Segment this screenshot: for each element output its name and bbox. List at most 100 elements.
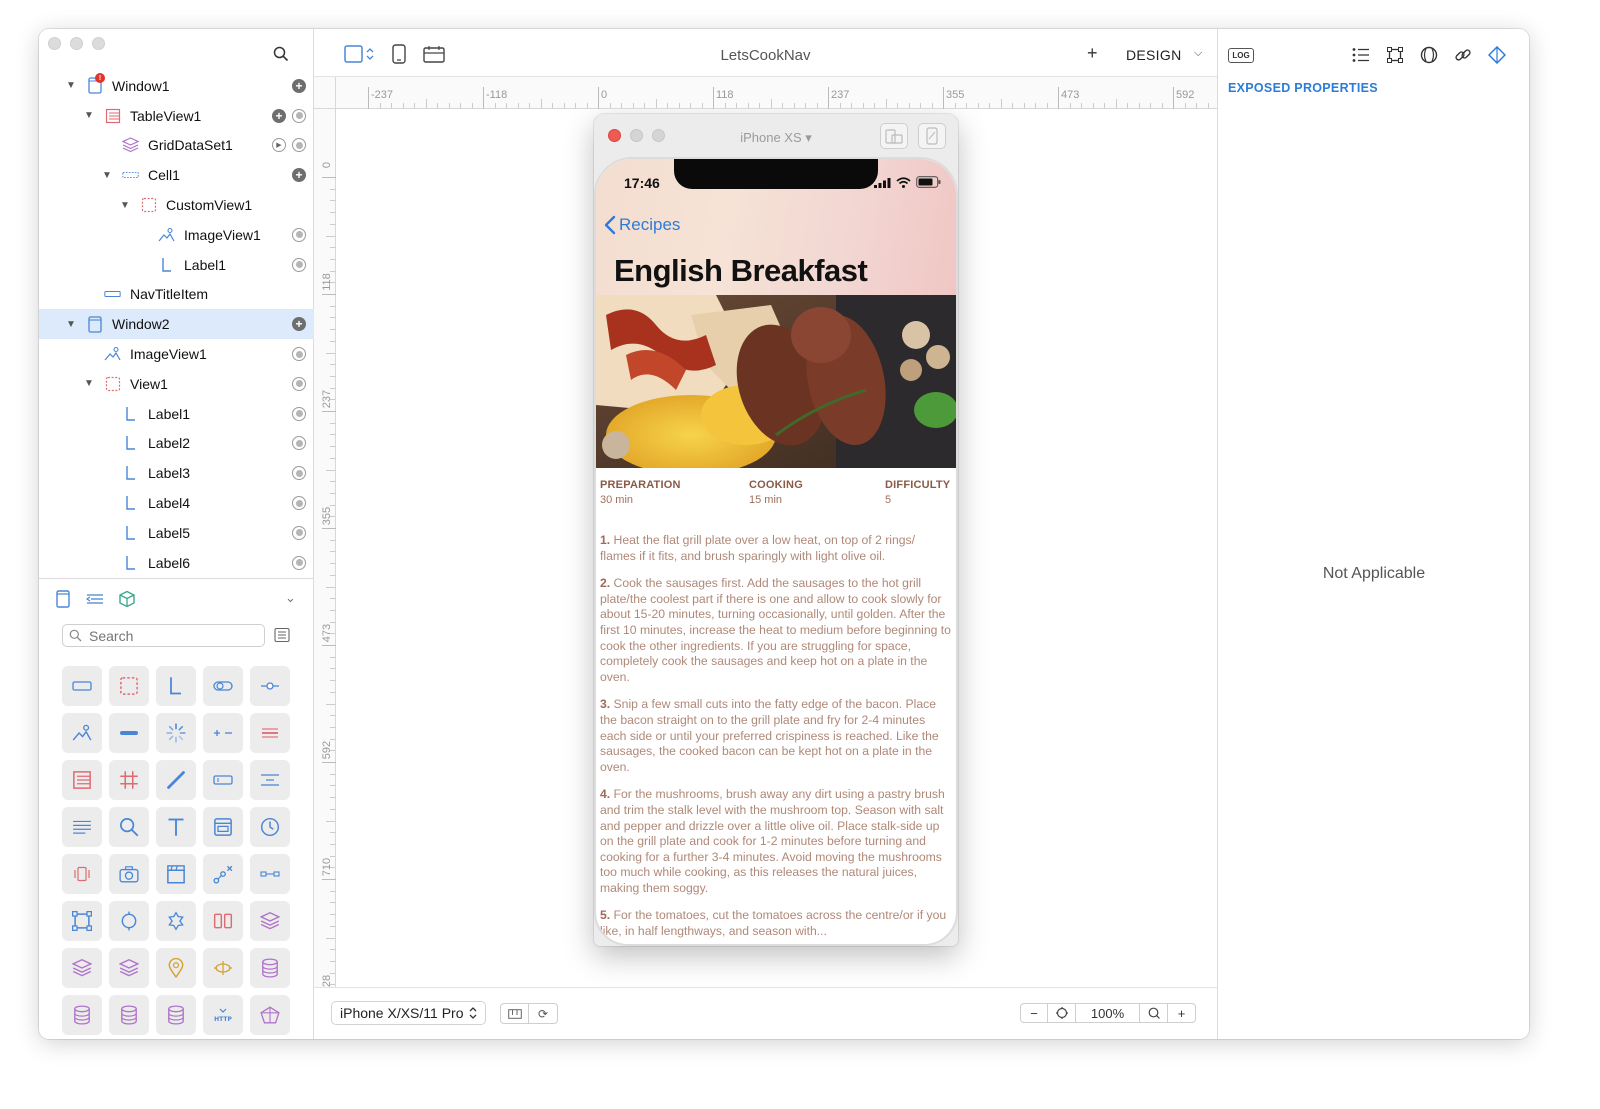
library-item-clock-icon[interactable]	[250, 807, 290, 847]
library-item-database-icon[interactable]	[250, 948, 290, 988]
tree-row-label1[interactable]: Label1	[39, 250, 314, 280]
disclosure-triangle-icon[interactable]: ▼	[119, 200, 131, 211]
back-button[interactable]: Recipes	[604, 215, 680, 235]
library-item-view-icon[interactable]	[109, 666, 149, 706]
library-item-clapper-icon[interactable]	[156, 854, 196, 894]
library-item-textfield-icon[interactable]	[203, 760, 243, 800]
tree-row-label4[interactable]: Label4	[39, 488, 314, 518]
library-item-dataset-icon[interactable]	[250, 901, 290, 941]
library-item-label-icon[interactable]	[156, 666, 196, 706]
search-icon[interactable]	[273, 46, 289, 62]
minimize-button[interactable]	[70, 37, 83, 50]
library-item-connector-icon[interactable]	[203, 854, 243, 894]
visibility-icon[interactable]	[292, 406, 306, 421]
library-item-camera-icon[interactable]	[109, 854, 149, 894]
library-item-link-icon[interactable]	[250, 854, 290, 894]
device-tab-icon[interactable]	[53, 589, 73, 609]
tree-row-window1[interactable]: ▼! Window1 +	[39, 71, 314, 101]
library-item-imageview-icon[interactable]	[62, 713, 102, 753]
tree-row-navtitleitem[interactable]: NavTitleItem	[39, 280, 314, 310]
window-controls[interactable]	[48, 37, 105, 50]
simulator-window[interactable]: iPhone XS ▾ 17:46 Recipes English Breakf…	[594, 114, 958, 946]
cube-tab-icon[interactable]	[117, 589, 137, 609]
library-item-tree-icon[interactable]	[250, 995, 290, 1035]
disclosure-triangle-icon[interactable]: ▼	[83, 378, 95, 389]
add-child-icon[interactable]: +	[292, 317, 306, 332]
library-item-pin-icon[interactable]	[156, 948, 196, 988]
list-view-icon[interactable]	[274, 627, 290, 643]
visibility-icon[interactable]	[292, 347, 306, 362]
disclosure-triangle-icon[interactable]: ▼	[65, 319, 77, 330]
play-icon[interactable]: ▶	[272, 138, 286, 153]
library-item-segmented-icon[interactable]	[250, 713, 290, 753]
tree-row-label3[interactable]: Label3	[39, 458, 314, 488]
refresh-icon[interactable]: ⟳	[529, 1004, 557, 1023]
library-item-gear-icon[interactable]	[156, 901, 196, 941]
zoom-search-icon[interactable]	[1140, 1004, 1168, 1022]
properties-list-icon[interactable]	[1351, 45, 1371, 65]
library-item-grid-icon[interactable]	[109, 760, 149, 800]
library-item-carousel-icon[interactable]	[62, 854, 102, 894]
close-button[interactable]	[48, 37, 61, 50]
tree-row-griddataset1[interactable]: GridDataSet1 ▶	[39, 131, 314, 161]
zoom-in-button[interactable]: +	[1168, 1004, 1195, 1022]
zoom-button[interactable]	[92, 37, 105, 50]
library-item-dataset-icon[interactable]	[109, 948, 149, 988]
rotate-icon[interactable]	[880, 123, 908, 149]
link-icon[interactable]	[1453, 45, 1473, 65]
library-item-progress-icon[interactable]	[109, 713, 149, 753]
tree-row-tableview1[interactable]: ▼ TableView1 +	[39, 101, 314, 131]
log-button[interactable]: LOG	[1228, 48, 1254, 63]
tree-row-label6[interactable]: Label6	[39, 548, 314, 578]
disclosure-triangle-icon[interactable]: ▼	[83, 110, 95, 121]
frame-icon[interactable]	[1385, 45, 1405, 65]
tree-row-imageview1[interactable]: ImageView1	[39, 339, 314, 369]
library-item-searchbar-icon[interactable]	[109, 807, 149, 847]
library-item-navbar-icon[interactable]	[250, 760, 290, 800]
disclosure-triangle-icon[interactable]: ▼	[101, 170, 113, 181]
library-item-textview-icon[interactable]	[62, 807, 102, 847]
library-item-flow-icon[interactable]	[203, 948, 243, 988]
add-child-icon[interactable]: +	[292, 78, 306, 93]
library-item-button-icon[interactable]	[62, 666, 102, 706]
canvas[interactable]: iPhone XS ▾ 17:46 Recipes English Breakf…	[336, 109, 1217, 987]
code-tab-icon[interactable]	[85, 589, 105, 609]
library-item-switch-icon[interactable]	[203, 666, 243, 706]
library-item-database-icon[interactable]	[62, 995, 102, 1035]
library-item-dataset-icon[interactable]	[62, 948, 102, 988]
add-button[interactable]: +	[1087, 43, 1098, 64]
library-item-http-icon[interactable]: HTTP	[203, 995, 243, 1035]
device-frame-icon[interactable]	[918, 123, 946, 149]
library-item-frame-icon[interactable]	[62, 901, 102, 941]
zoom-out-button[interactable]: −	[1021, 1004, 1048, 1022]
library-item-tableview-icon[interactable]	[62, 760, 102, 800]
device-select[interactable]: iPhone X/XS/11 Pro	[331, 1001, 487, 1025]
disclosure-triangle-icon[interactable]: ▼	[65, 80, 77, 91]
visibility-icon[interactable]	[292, 108, 306, 123]
tree-row-label2[interactable]: Label2	[39, 429, 314, 459]
visibility-icon[interactable]	[292, 466, 306, 481]
visibility-icon[interactable]	[292, 525, 306, 540]
library-item-database-icon[interactable]	[109, 995, 149, 1035]
library-item-text-icon[interactable]	[156, 807, 196, 847]
exposed-properties-icon[interactable]	[1487, 45, 1507, 65]
chevron-down-icon[interactable]: ⌄	[285, 590, 296, 606]
tree-row-cell1[interactable]: ▼ Cell1 +	[39, 160, 314, 190]
visibility-icon[interactable]	[292, 138, 306, 153]
library-item-pages-icon[interactable]	[203, 901, 243, 941]
library-item-activity-icon[interactable]	[156, 713, 196, 753]
library-item-pencil-icon[interactable]	[156, 760, 196, 800]
add-child-icon[interactable]: +	[272, 108, 286, 123]
visibility-icon[interactable]	[292, 496, 306, 511]
library-item-circle-icon[interactable]	[109, 901, 149, 941]
chevron-down-icon[interactable]: ⌵	[1194, 47, 1202, 60]
library-item-stepper-icon[interactable]	[203, 713, 243, 753]
tree-row-view1[interactable]: ▼ View1	[39, 369, 314, 399]
visibility-icon[interactable]	[292, 436, 306, 451]
tree-row-label1[interactable]: Label1	[39, 399, 314, 429]
library-item-slider-icon[interactable]	[250, 666, 290, 706]
library-item-webview-icon[interactable]	[203, 807, 243, 847]
zoom-level[interactable]: 100%	[1076, 1004, 1140, 1022]
add-child-icon[interactable]: +	[292, 168, 306, 183]
tree-row-label5[interactable]: Label5	[39, 518, 314, 548]
